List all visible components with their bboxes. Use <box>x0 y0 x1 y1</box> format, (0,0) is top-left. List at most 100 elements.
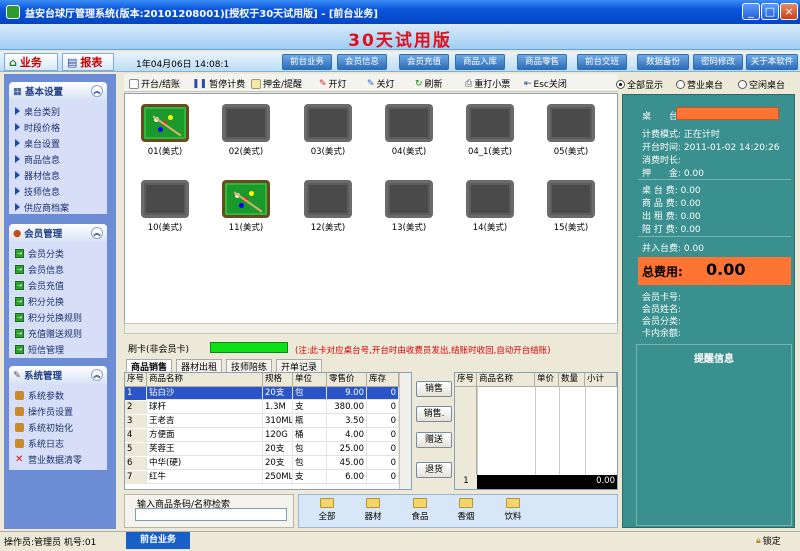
tab-order-records[interactable]: 开单记录 <box>276 359 323 373</box>
nav-front-desk[interactable]: 前台业务 <box>282 54 332 70</box>
table-cell: 0 <box>367 443 399 456</box>
category-all[interactable]: 全部 <box>310 498 344 522</box>
billiard-table[interactable]: 02(美式) <box>218 104 274 157</box>
product-grid: 序号 商品名称 规格 单位 零售价 库存 1 钻白沙 20支包 9.00 0 2 球杆 1.3… <box>124 372 412 490</box>
billiard-table[interactable]: 01(美式) <box>137 104 193 157</box>
close-button[interactable]: × <box>780 3 798 20</box>
category-equipment[interactable]: 器材 <box>356 498 390 522</box>
table-row[interactable]: 3 王老吉 310ML 瓶 3.50 0 <box>125 415 411 428</box>
sidebar-item-system-log[interactable]: 系统日志 <box>15 436 64 450</box>
search-input[interactable] <box>135 508 287 521</box>
category-drinks[interactable]: 饮料 <box>496 498 530 522</box>
sidebar-item-label: 技师信息 <box>24 187 61 198</box>
card-swipe-input[interactable] <box>210 342 288 353</box>
collapse-icon[interactable]: ︽ <box>91 369 103 381</box>
table-row[interactable]: 2 球杆 1.3M 支 380.00 0 <box>125 401 411 414</box>
sidebar-group-body: 桌台类别 时段价格 桌台设置 商品信息 器材信息 技师信息 供应商档案 <box>9 100 107 214</box>
table-cell: 中华(硬) <box>147 457 263 470</box>
collapse-icon[interactable]: ︽ <box>91 85 103 97</box>
module-tab-business[interactable]: ⌂ 业务 <box>4 53 58 71</box>
sidebar-item-table-type[interactable]: 桌台类别 <box>15 104 60 118</box>
maximize-button[interactable]: □ <box>761 3 779 20</box>
tab-goods-sale[interactable]: 商品销售 <box>126 359 173 373</box>
tab-coach[interactable]: 技师陪练 <box>226 359 273 373</box>
sidebar-item-system-init[interactable]: 系统初始化 <box>15 420 73 434</box>
nav-change-password[interactable]: 密码修改 <box>693 54 743 70</box>
reprint-receipt-button[interactable]: ⎙ 重打小票 <box>465 77 510 91</box>
sidebar-item-label: 器材信息 <box>24 171 61 182</box>
esc-close-button[interactable]: ⇤ Esc关闭 <box>524 77 567 91</box>
splitter[interactable] <box>117 74 124 529</box>
billiard-table[interactable]: 13(美式) <box>381 180 437 233</box>
pause-billing-button[interactable]: ❚❚ 暂停计费 <box>192 77 245 91</box>
category-cigarettes[interactable]: 香烟 <box>449 498 483 522</box>
table-cell: 0 <box>367 471 399 484</box>
refresh-button[interactable]: ↻ 刷新 <box>415 77 443 91</box>
nav-member-info[interactable]: 会员信息 <box>337 54 387 70</box>
sidebar-item-sms[interactable]: → 短信管理 <box>15 342 64 356</box>
sidebar-item-redeem-rules[interactable]: → 积分兑换规则 <box>15 310 82 324</box>
sidebar-item-equipment-info[interactable]: 器材信息 <box>15 168 60 182</box>
sidebar-item-recharge-bonus-rules[interactable]: → 充值赠送规则 <box>15 326 82 340</box>
sidebar-group-system[interactable]: ✎ 系统管理 ︽ <box>9 366 107 384</box>
filter-busy-radio[interactable]: 营业桌台 <box>676 78 723 91</box>
sidebar-group-member[interactable]: ● 会员管理 ︽ <box>9 224 107 242</box>
return-button[interactable]: 退货 <box>416 462 452 478</box>
sidebar-item-coach-info[interactable]: 技师信息 <box>15 184 60 198</box>
billiard-table[interactable]: 05(美式) <box>543 104 599 157</box>
merged-fee: 并入台费: 0.00 <box>642 244 704 254</box>
nav-member-recharge[interactable]: 会员充值 <box>399 54 449 70</box>
billiard-table[interactable]: 04(美式) <box>381 104 437 157</box>
table-row[interactable]: 6 中华(硬) 20支包 45.00 0 <box>125 457 411 470</box>
deposit-reminder-button[interactable]: 押金/提醒 <box>251 77 302 90</box>
table-row[interactable]: 4 方便面 120G 桶 4.00 0 <box>125 429 411 442</box>
billiard-table[interactable]: 04_1(美式) <box>462 104 518 157</box>
table-row[interactable]: 1 钻白沙 20支包 9.00 0 <box>125 387 411 400</box>
product-grid-scrollbar[interactable] <box>399 373 411 489</box>
filter-free-radio[interactable]: 空闲桌台 <box>738 78 785 91</box>
cart-grid: 序号 商品名称 单价 数量 小计 1 0.00 <box>454 372 618 490</box>
sidebar-item-goods-info[interactable]: 商品信息 <box>15 152 60 166</box>
collapse-icon[interactable]: ︽ <box>91 227 103 239</box>
billiard-table[interactable]: 10(美式) <box>137 180 193 233</box>
billiard-table[interactable]: 11(美式) <box>218 180 274 233</box>
billiard-table[interactable]: 03(美式) <box>300 104 356 157</box>
table-cell: 支 <box>293 471 327 484</box>
table-row[interactable]: 5 芙蓉王 20支包 25.00 0 <box>125 443 411 456</box>
sell-button[interactable]: 销售 <box>416 381 452 397</box>
sidebar-item-clear-data[interactable]: ✕ 营业数据清零 <box>15 452 82 466</box>
sidebar-item-period-price[interactable]: 时段价格 <box>15 120 60 134</box>
light-off-button[interactable]: ✎ 关灯 <box>367 77 395 91</box>
sidebar-item-system-params[interactable]: 系统参数 <box>15 388 64 402</box>
tables-horizontal-scrollbar[interactable] <box>124 323 618 334</box>
nav-retail[interactable]: 商品零售 <box>517 54 567 70</box>
light-on-button[interactable]: ✎ 开灯 <box>319 77 347 91</box>
billiard-table[interactable]: 12(美式) <box>300 180 356 233</box>
sidebar-item-member-info[interactable]: → 会员信息 <box>15 262 64 276</box>
table-row[interactable]: 7 红牛 250ML 支 6.00 0 <box>125 471 411 484</box>
sidebar-item-operator-settings[interactable]: 操作员设置 <box>15 404 73 418</box>
filter-all-radio[interactable]: 全部显示 <box>616 78 663 91</box>
nav-shift-handover[interactable]: 前台交班 <box>577 54 627 70</box>
category-food[interactable]: 食品 <box>403 498 437 522</box>
sidebar-group-basic[interactable]: ▦ 基本设置 ︽ <box>9 82 107 100</box>
sidebar-item-table-setup[interactable]: 桌台设置 <box>15 136 60 150</box>
tab-equipment-rent[interactable]: 器材出租 <box>176 359 223 373</box>
minimize-button[interactable]: _ <box>742 3 760 20</box>
gift-button[interactable]: 赠送 <box>416 432 452 448</box>
sell-alt-button[interactable]: 销售. <box>416 406 452 422</box>
billiard-table[interactable]: 15(美式) <box>543 180 599 233</box>
status-tab-front-desk[interactable]: 前台业务 <box>126 532 190 549</box>
billiard-table[interactable]: 14(美式) <box>462 180 518 233</box>
sidebar-item-supplier[interactable]: 供应商档案 <box>15 200 69 214</box>
table-cell: 王老吉 <box>147 415 263 428</box>
nav-stock-in[interactable]: 商品入库 <box>455 54 505 70</box>
sidebar-item-points-redeem[interactable]: → 积分兑换 <box>15 294 64 308</box>
nav-backup[interactable]: 数据备份 <box>637 54 689 70</box>
nav-about[interactable]: 关于本软件 <box>746 54 798 70</box>
lock-button[interactable]: 🔒︎ 锁定 <box>756 534 781 548</box>
sidebar-item-member-type[interactable]: → 会员分类 <box>15 246 64 260</box>
sidebar-item-member-recharge[interactable]: → 会员充值 <box>15 278 64 292</box>
module-tab-report[interactable]: ▤ 报表 <box>62 53 114 71</box>
open-checkout-button[interactable]: 开台/结账 <box>129 77 180 90</box>
